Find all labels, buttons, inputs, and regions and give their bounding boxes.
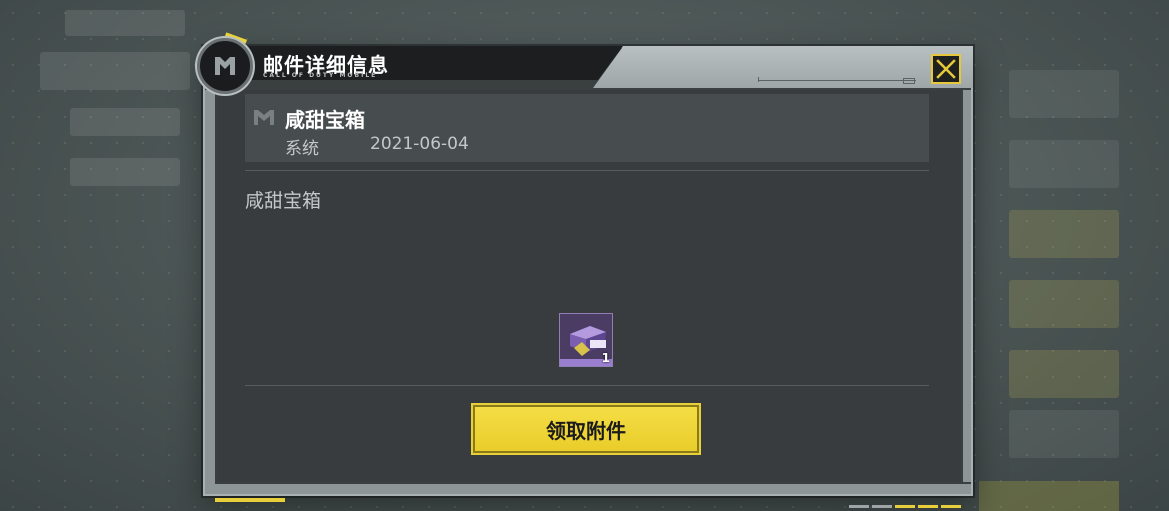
background-sidebar: [40, 0, 190, 511]
divider: [245, 385, 929, 386]
attachment-count: 1: [601, 351, 610, 365]
codm-logo-icon: [197, 38, 253, 94]
close-x-icon: [936, 59, 956, 79]
divider: [245, 170, 929, 171]
background-button: [979, 481, 1119, 511]
close-button[interactable]: [931, 54, 961, 84]
background-right-panel: [999, 60, 1129, 510]
mail-title: 咸甜宝箱: [285, 108, 365, 132]
mail-body: 咸甜宝箱: [245, 190, 322, 212]
dialog-header: 邮件详细信息 CALL OF DUTY MOBILE: [197, 32, 973, 94]
claim-attachment-button[interactable]: 领取附件: [473, 405, 699, 453]
mail-sender: 系统: [285, 139, 319, 159]
mail-header-card: 咸甜宝箱 系统 2021-06-04: [245, 94, 929, 162]
page-indicator: [849, 505, 961, 508]
mail-detail-dialog: 邮件详细信息 CALL OF DUTY MOBILE 咸甜宝箱 系统 2021-…: [197, 32, 973, 508]
mail-date: 2021-06-04: [370, 134, 469, 154]
mail-m-icon: [254, 110, 274, 125]
attachment-item[interactable]: 1: [559, 313, 613, 367]
dialog-subtitle: CALL OF DUTY MOBILE: [263, 72, 378, 79]
claim-button-label: 领取附件: [546, 418, 626, 443]
